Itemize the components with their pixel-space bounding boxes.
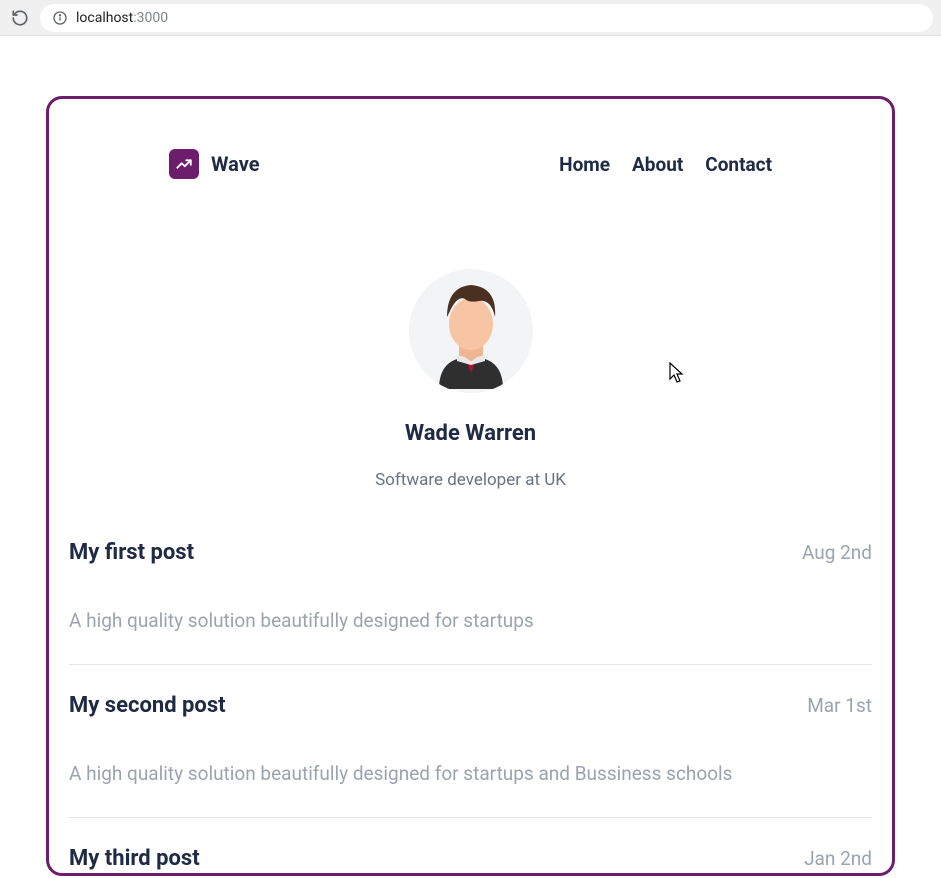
post-item: My first post Aug 2nd A high quality sol… (69, 540, 872, 665)
main-nav: Home About Contact (559, 153, 772, 176)
reload-icon (11, 9, 29, 27)
post-excerpt: A high quality solution beautifully desi… (69, 609, 872, 632)
site-header: Wave Home About Contact (69, 149, 872, 179)
site-info-icon[interactable] (52, 10, 68, 26)
profile-name: Wade Warren (405, 421, 536, 446)
post-date: Aug 2nd (802, 541, 872, 564)
profile-section: Wade Warren Software developer at UK (69, 269, 872, 490)
profile-bio: Software developer at UK (375, 470, 566, 490)
url-text: localhost:3000 (76, 10, 168, 26)
nav-about[interactable]: About (632, 153, 683, 176)
post-item: My second post Mar 1st A high quality so… (69, 693, 872, 818)
nav-home[interactable]: Home (559, 153, 610, 176)
post-date: Jan 2nd (804, 847, 872, 870)
brand-name: Wave (211, 152, 260, 176)
brand-logo (169, 149, 199, 179)
posts-list: My first post Aug 2nd A high quality sol… (69, 540, 872, 876)
main-card: Wave Home About Contact Wade (46, 96, 895, 876)
post-date: Mar 1st (807, 694, 872, 717)
post-title[interactable]: My first post (69, 540, 194, 565)
browser-toolbar: localhost:3000 (0, 0, 941, 36)
reload-button[interactable] (8, 6, 32, 30)
post-excerpt: A high quality solution beautifully desi… (69, 762, 872, 785)
brand[interactable]: Wave (169, 149, 260, 179)
post-item: My third post Jan 2nd (69, 846, 872, 876)
nav-contact[interactable]: Contact (705, 153, 772, 176)
trending-up-icon (175, 155, 193, 173)
address-bar[interactable]: localhost:3000 (40, 4, 933, 32)
avatar (409, 269, 533, 393)
post-title[interactable]: My third post (69, 846, 200, 871)
post-title[interactable]: My second post (69, 693, 226, 718)
